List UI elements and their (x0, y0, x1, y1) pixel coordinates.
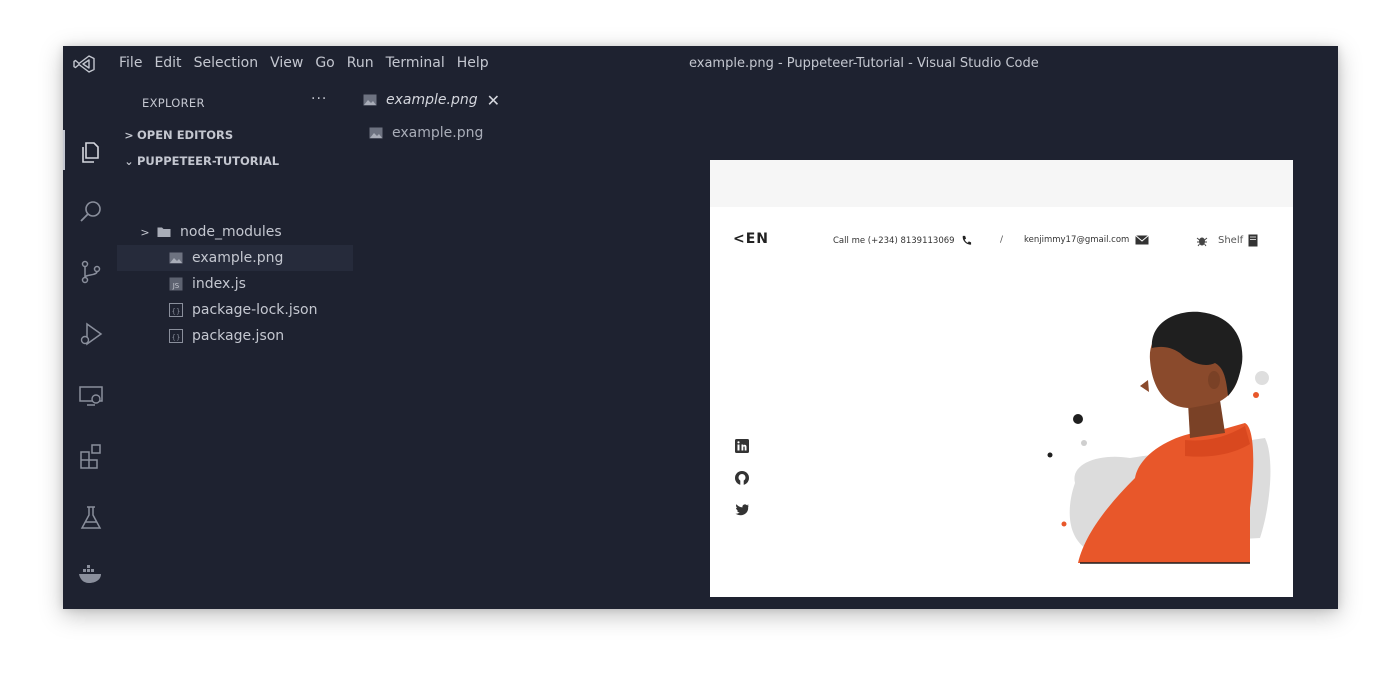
nav-shelf-label: Shelf (1218, 235, 1244, 246)
phone-icon (962, 235, 971, 245)
avatar-illustration (1047, 311, 1271, 564)
tree-item-package-json[interactable]: {} package.json (117, 323, 353, 349)
nav-separator: / (1000, 235, 1004, 245)
chevron-right-icon: > (140, 225, 150, 239)
image-file-icon (363, 94, 377, 106)
nav-call-label: Call me (+234) 8139113069 (833, 235, 955, 246)
remote-explorer-icon[interactable] (77, 382, 105, 410)
bug-icon (1196, 237, 1208, 246)
tree-item-package-lock-json[interactable]: {} package-lock.json (117, 297, 353, 323)
tree-item-example-png[interactable]: example.png (117, 245, 353, 271)
image-file-icon (169, 252, 183, 264)
folder-icon (157, 227, 171, 237)
menu-terminal[interactable]: Terminal (380, 55, 451, 71)
svg-text:{}: {} (172, 308, 181, 316)
sidebar-title: EXPLORER (142, 96, 205, 110)
open-editors-label: OPEN EDITORS (137, 128, 234, 142)
more-actions-icon[interactable]: ··· (311, 91, 327, 107)
menu-view[interactable]: View (264, 55, 309, 71)
linkedin-icon (735, 439, 749, 453)
explorer-icon[interactable] (77, 138, 105, 166)
json-file-icon: {} (169, 329, 183, 343)
active-indicator (63, 130, 65, 170)
nav-email: kenjimmy17@gmail.com (1024, 235, 1150, 245)
json-file-icon: {} (169, 303, 183, 317)
menu-selection[interactable]: Selection (188, 55, 265, 71)
chevron-right-icon: > (124, 128, 134, 142)
vscode-window: File Edit Selection View Go Run Terminal… (63, 46, 1338, 609)
menu-run[interactable]: Run (341, 55, 380, 71)
breadcrumb[interactable]: example.png (369, 125, 483, 141)
nav-shelf: Shelf (1196, 234, 1258, 247)
project-label: PUPPETEER-TUTORIAL (137, 154, 280, 168)
tree-item-label: example.png (192, 250, 284, 266)
project-section[interactable]: ⌄ PUPPETEER-TUTORIAL (117, 150, 353, 172)
tree-item-node-modules[interactable]: > node_modules (117, 219, 353, 245)
menu-go[interactable]: Go (309, 55, 340, 71)
mail-icon (1135, 235, 1150, 245)
menu-file[interactable]: File (113, 55, 148, 71)
run-debug-icon[interactable] (77, 320, 105, 348)
svg-text:{}: {} (172, 334, 181, 342)
tree-item-index-js[interactable]: JS index.js (117, 271, 353, 297)
source-control-icon[interactable] (77, 258, 105, 286)
extensions-icon[interactable] (77, 442, 105, 470)
tab-bar: example.png ✕ (353, 82, 1338, 118)
close-icon[interactable]: ✕ (487, 91, 500, 110)
tab-label: example.png (386, 92, 478, 108)
js-file-icon: JS (169, 277, 183, 291)
github-icon (735, 471, 749, 485)
svg-text:JS: JS (172, 282, 180, 290)
docker-icon[interactable] (77, 560, 105, 588)
breadcrumb-label: example.png (392, 125, 484, 141)
open-editors-section[interactable]: > OPEN EDITORS (117, 124, 353, 146)
search-icon[interactable] (77, 198, 105, 226)
tab-example-png[interactable]: example.png ✕ (353, 82, 503, 118)
image-preview: <EN Call me (+234) 8139113069 / kenjimmy… (710, 160, 1293, 597)
menu-help[interactable]: Help (451, 55, 495, 71)
preview-browser-bar (710, 160, 1293, 207)
nav-email-label: kenjimmy17@gmail.com (1024, 235, 1130, 245)
site-logo: <EN (733, 231, 770, 247)
tree-item-label: index.js (192, 276, 246, 292)
menu-bar: File Edit Selection View Go Run Terminal… (113, 55, 495, 71)
window-title: example.png - Puppeteer-Tutorial - Visua… (689, 56, 1039, 71)
menu-edit[interactable]: Edit (148, 55, 187, 71)
testing-icon[interactable] (77, 504, 105, 532)
twitter-icon (735, 504, 749, 516)
editor-area: example.png ✕ example.png <EN Call me (+… (353, 82, 1338, 609)
chevron-down-icon: ⌄ (124, 154, 134, 168)
vscode-logo-icon (73, 55, 95, 73)
image-file-icon (369, 127, 383, 139)
explorer-sidebar: EXPLORER ··· > OPEN EDITORS ⌄ PUPPETEER-… (117, 82, 353, 609)
book-icon (1248, 234, 1258, 247)
activity-bar (63, 82, 117, 609)
title-bar: File Edit Selection View Go Run Terminal… (63, 46, 1338, 82)
tree-item-label: node_modules (180, 224, 282, 240)
nav-call: Call me (+234) 8139113069 (833, 235, 972, 246)
tree-item-label: package-lock.json (192, 302, 318, 318)
tree-item-label: package.json (192, 328, 285, 344)
